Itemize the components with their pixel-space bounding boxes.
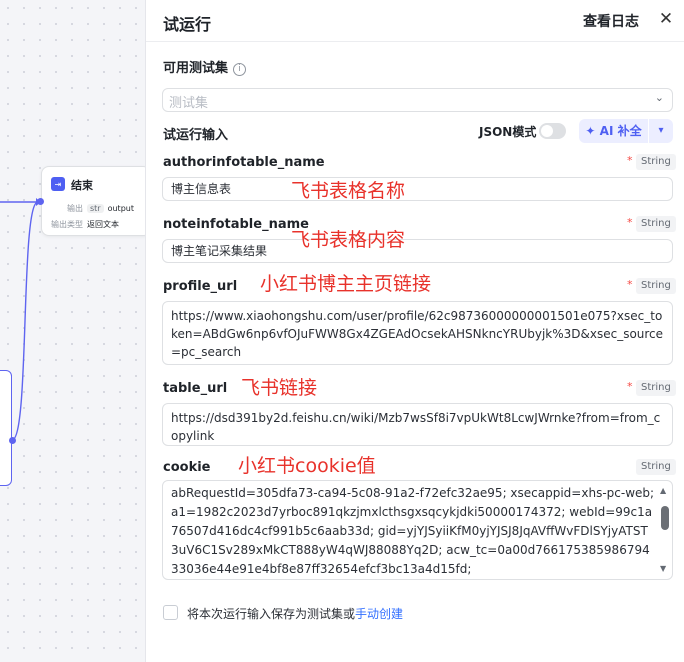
workflow-canvas[interactable]: ⇥ 结束 输出 str output 输出类型 返回文本 <box>0 0 145 662</box>
sparkle-icon: ✦ <box>585 124 596 138</box>
ai-complete-dropdown[interactable]: ▾ <box>649 119 673 143</box>
json-mode-label: JSON模式 <box>479 125 537 139</box>
save-as-test-set-checkbox[interactable] <box>163 605 178 620</box>
view-log-button[interactable]: 查看日志 <box>583 11 639 31</box>
json-mode-toggle[interactable] <box>539 123 566 139</box>
annotation-cookie: 小红书cookie值 <box>238 455 376 477</box>
type-tag: String <box>636 380 676 396</box>
ai-complete-button[interactable]: ✦ AI 补全 <box>579 119 648 143</box>
panel-title: 试运行 <box>163 15 212 34</box>
annotation-profile-url: 小红书博主主页链接 <box>260 273 432 295</box>
info-icon[interactable]: i <box>233 63 247 76</box>
required-mark: * <box>627 380 633 393</box>
field-name-authorinfotable: authorinfotable_name <box>163 155 325 170</box>
field-name-table-url: table_url <box>163 381 228 396</box>
upstream-node[interactable] <box>0 370 12 486</box>
scroll-up-icon[interactable]: ▲ <box>660 486 666 495</box>
profile-url-input[interactable]: https://www.xiaohongshu.com/user/profile… <box>162 301 673 365</box>
annotation-authorinfotable: 飞书表格名称 <box>291 180 406 202</box>
field-name-noteinfotable: noteinfotable_name <box>163 217 309 232</box>
annotation-noteinfotable: 飞书表格内容 <box>291 229 406 251</box>
cookie-textarea[interactable]: abRequestId=305dfa73-ca94-5c08-91a2-f72e… <box>162 480 673 580</box>
cookie-value: abRequestId=305dfa73-ca94-5c08-91a2-f72e… <box>171 486 655 576</box>
end-node-output-row: 输出 str output <box>67 204 134 213</box>
header-divider <box>146 41 684 42</box>
test-set-label: 可用测试集 i <box>163 57 247 76</box>
type-tag: String <box>636 278 676 294</box>
end-node-title: 结束 <box>71 179 93 192</box>
end-node[interactable]: ⇥ 结束 输出 str output 输出类型 返回文本 <box>41 166 145 236</box>
type-tag: String <box>636 216 676 232</box>
end-node-output-type-row: 输出类型 返回文本 <box>51 220 119 229</box>
required-mark: * <box>627 154 633 167</box>
test-run-panel: 试运行 查看日志 ✕ 可用测试集 i 测试集 ⌄ 试运行输入 JSON模式 ✦ A… <box>145 0 684 662</box>
scroll-down-icon[interactable]: ▼ <box>660 564 666 573</box>
type-tag: String <box>636 459 676 475</box>
run-input-label: 试运行输入 <box>163 128 229 143</box>
authorinfotable-input[interactable]: 博主信息表 <box>162 177 673 201</box>
scrollbar-thumb[interactable] <box>661 506 669 530</box>
annotation-table-url: 飞书链接 <box>241 377 318 399</box>
field-name-cookie: cookie <box>163 460 211 475</box>
chevron-down-icon: ▾ <box>658 125 664 136</box>
cookie-scrollbar[interactable]: ▲ ▼ <box>658 484 670 576</box>
close-icon[interactable]: ✕ <box>656 9 676 29</box>
upstream-output-port[interactable] <box>9 437 16 444</box>
required-mark: * <box>627 216 633 229</box>
end-node-icon: ⇥ <box>51 177 65 191</box>
noteinfotable-input[interactable]: 博主笔记采集结果 <box>162 239 673 263</box>
edge-lines <box>0 198 41 441</box>
chevron-down-icon: ⌄ <box>654 91 664 104</box>
required-mark: * <box>627 278 633 291</box>
test-set-placeholder: 测试集 <box>169 96 209 111</box>
type-tag: String <box>636 154 676 170</box>
field-name-profile-url: profile_url <box>163 279 238 294</box>
save-as-test-set-label: 将本次运行输入保存为测试集或手动创建 <box>187 607 404 621</box>
table-url-input[interactable]: https://dsd391by2d.feishu.cn/wiki/Mzb7ws… <box>162 403 673 446</box>
manual-create-link[interactable]: 手动创建 <box>355 607 403 621</box>
end-node-input-port[interactable] <box>37 198 44 205</box>
test-set-select[interactable]: 测试集 ⌄ <box>162 88 673 112</box>
